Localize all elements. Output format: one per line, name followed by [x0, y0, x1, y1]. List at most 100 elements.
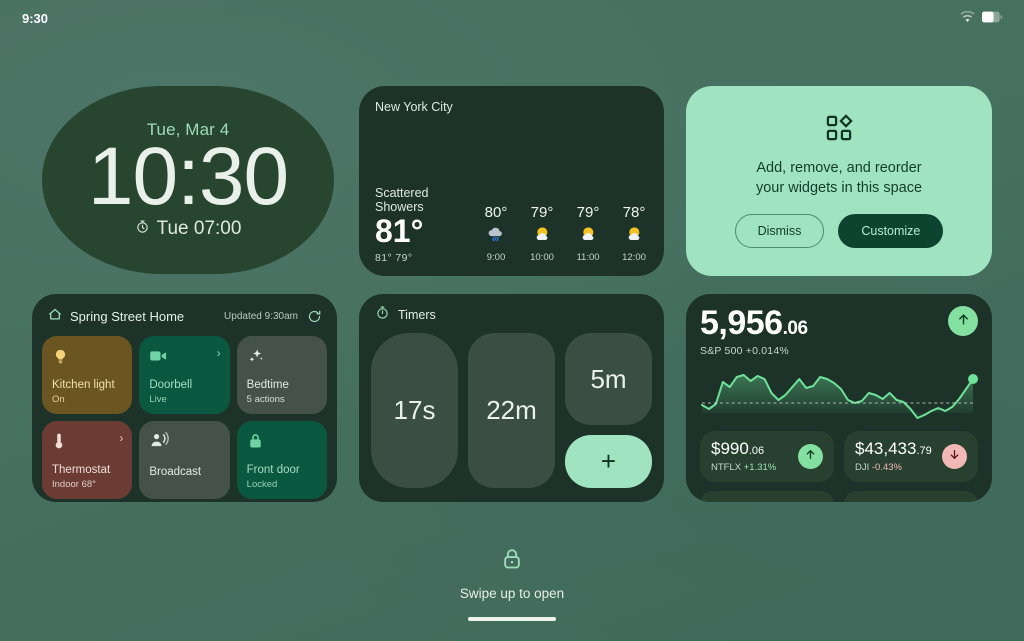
list-item: 78° 12:00 — [618, 204, 650, 263]
sun-behind-cloud-icon — [623, 224, 645, 249]
status-bar-icons — [960, 10, 1002, 26]
ticker-text: $990.06 NTFLX +1.31% — [711, 439, 798, 473]
ticker-direction-badge — [798, 443, 823, 469]
tile-label: Thermostat — [52, 464, 111, 477]
clock-widget[interactable]: Tue, Mar 4 10:30 Tue 07:00 — [42, 86, 334, 274]
index-price-main: 5,956 — [700, 304, 783, 342]
ticker-price: $990.06 — [711, 439, 798, 459]
ticker-price-decimal: .79 — [916, 445, 932, 457]
home-tiles: Kitchen light On › Doorbell Live Bedtime… — [42, 336, 327, 499]
widget-grid: Tue, Mar 4 10:30 Tue 07:00 New York City… — [32, 86, 992, 502]
list-item: 79° 10:00 — [526, 204, 558, 263]
timers-widget-slot: Timers 17s 22m 5m + — [359, 294, 664, 502]
home-name: Spring Street Home — [70, 308, 185, 324]
ticker-card[interactable]: $990.06 NTFLX +1.31% — [700, 431, 834, 482]
clock-widget-slot: Tue, Mar 4 10:30 Tue 07:00 — [32, 86, 337, 276]
home-indicator-bar[interactable] — [468, 617, 556, 621]
refresh-icon[interactable] — [307, 309, 322, 324]
ticker-card[interactable] — [844, 490, 978, 502]
status-bar: 9:30 — [0, 0, 1024, 36]
stocks-sparkline-chart — [700, 363, 978, 423]
suggestion-message-line1: Add, remove, and reorder — [756, 160, 922, 176]
lock-icon — [247, 430, 317, 452]
stocks-ticker-cards: $990.06 NTFLX +1.31% $43,433.79 DJI -0.4… — [700, 431, 978, 482]
ticker-card[interactable]: $43,433.79 DJI -0.43% — [844, 431, 978, 482]
alarm-clock-icon — [135, 218, 150, 240]
home-widget-slot: Spring Street Home Updated 9:30am Kitche… — [32, 294, 337, 502]
tile-sublabel: Live — [149, 394, 167, 405]
widgets-grid-icon — [825, 114, 853, 147]
weather-temperature: 81° — [375, 213, 424, 250]
tile-label: Bedtime — [246, 379, 289, 392]
sun-behind-cloud-icon — [577, 224, 599, 249]
chevron-right-icon: › — [216, 346, 221, 360]
sparkline-svg — [700, 374, 978, 419]
tile-label: Front door — [246, 464, 300, 477]
arrow-up-icon — [956, 312, 971, 331]
ticker-sub: NTFLX +1.31% — [711, 462, 798, 473]
timer-card[interactable]: 5m — [565, 333, 652, 425]
suggestion-widget-slot: Add, remove, and reorder your widgets in… — [686, 86, 992, 276]
hourly-time: 9:00 — [486, 252, 506, 263]
home-tile-kitchen-light[interactable]: Kitchen light On — [42, 336, 133, 414]
ticker-price-main: $43,433 — [855, 439, 917, 458]
list-item: 79° 11:00 — [572, 204, 604, 263]
timer-card[interactable]: 22m — [468, 333, 555, 488]
home-tile-doorbell[interactable]: › Doorbell Live — [139, 336, 230, 414]
suggestion-message-line2: your widgets in this space — [755, 180, 923, 196]
clock-time: 10:30 — [87, 130, 289, 222]
sparkline-last-point — [968, 374, 978, 384]
list-item: 80° 9:00 — [480, 204, 512, 263]
ticker-price: $43,433.79 — [855, 439, 942, 459]
hourly-time: 10:00 — [530, 252, 554, 263]
tile-sublabel: Locked — [246, 479, 278, 490]
thermometer-icon — [52, 430, 122, 452]
add-timer-button[interactable]: + — [565, 435, 652, 488]
widget-suggestion-card: Add, remove, and reorder your widgets in… — [686, 86, 992, 276]
clock-alarm-label: Tue 07:00 — [156, 218, 242, 240]
home-tile-front-door[interactable]: Front door Locked — [236, 421, 327, 499]
battery-icon — [982, 11, 1002, 26]
sun-behind-cloud-icon — [531, 224, 553, 249]
weather-high-low: 81° 79° — [375, 252, 413, 264]
hourly-time: 12:00 — [622, 252, 646, 263]
timers-title: Timers — [398, 308, 436, 322]
ticker-change: +1.31% — [743, 461, 777, 473]
wifi-icon — [960, 10, 975, 26]
stocks-widget: 5,956.06 S&P 500 +0.014% $990.06 NTFLX +… — [686, 294, 992, 502]
tile-label: Doorbell — [149, 379, 193, 392]
tile-sublabel: 5 actions — [246, 394, 285, 405]
tile-sublabel: Indoor 68° — [52, 479, 96, 490]
stocks-widget-slot: 5,956.06 S&P 500 +0.014% $990.06 NTFLX +… — [686, 294, 992, 502]
arrow-down-icon — [948, 448, 961, 464]
hourly-temp: 79° — [530, 204, 554, 221]
tile-label: Kitchen light — [52, 379, 115, 392]
lightbulb-icon — [52, 345, 122, 367]
home-tile-broadcast[interactable]: Broadcast — [139, 421, 230, 499]
timer-card[interactable]: 17s — [371, 333, 458, 488]
hourly-temp: 80° — [484, 204, 508, 221]
ticker-text: $43,433.79 DJI -0.43% — [855, 439, 942, 473]
ticker-price-main: $990 — [711, 439, 749, 458]
weather-hourly-forecast: 80° 9:00 79° 10:00 79° 11:00 78° 12:00 — [480, 204, 650, 264]
weather-city: New York City — [375, 100, 453, 114]
hourly-temp: 79° — [576, 204, 600, 221]
home-tile-thermostat[interactable]: › Thermostat Indoor 68° — [42, 421, 133, 499]
index-price-decimal: .06 — [782, 318, 808, 339]
lock-icon — [501, 547, 523, 576]
ticker-card[interactable] — [700, 490, 834, 502]
stocks-index: 5,956.06 S&P 500 +0.014% — [700, 306, 808, 357]
weather-condition: Scattered Showers — [375, 186, 429, 215]
weather-details: Scattered Showers 81° 81° 79° 80° 9:00 7… — [375, 186, 650, 264]
customize-button[interactable]: Customize — [838, 214, 944, 248]
index-direction-badge — [948, 306, 978, 336]
weather-widget[interactable]: New York City Scattered Showers 81° 81° … — [359, 86, 664, 276]
suggestion-actions: Dismiss Customize — [734, 214, 944, 248]
ticker-symbol: NTFLX — [711, 461, 742, 473]
home-widget-header: Spring Street Home Updated 9:30am — [42, 305, 327, 327]
home-tile-bedtime[interactable]: Bedtime 5 actions — [236, 336, 327, 414]
tile-label: Broadcast — [149, 466, 202, 479]
sparkles-icon — [247, 345, 317, 367]
dismiss-button[interactable]: Dismiss — [734, 214, 825, 248]
ticker-symbol: DJI — [855, 461, 870, 473]
